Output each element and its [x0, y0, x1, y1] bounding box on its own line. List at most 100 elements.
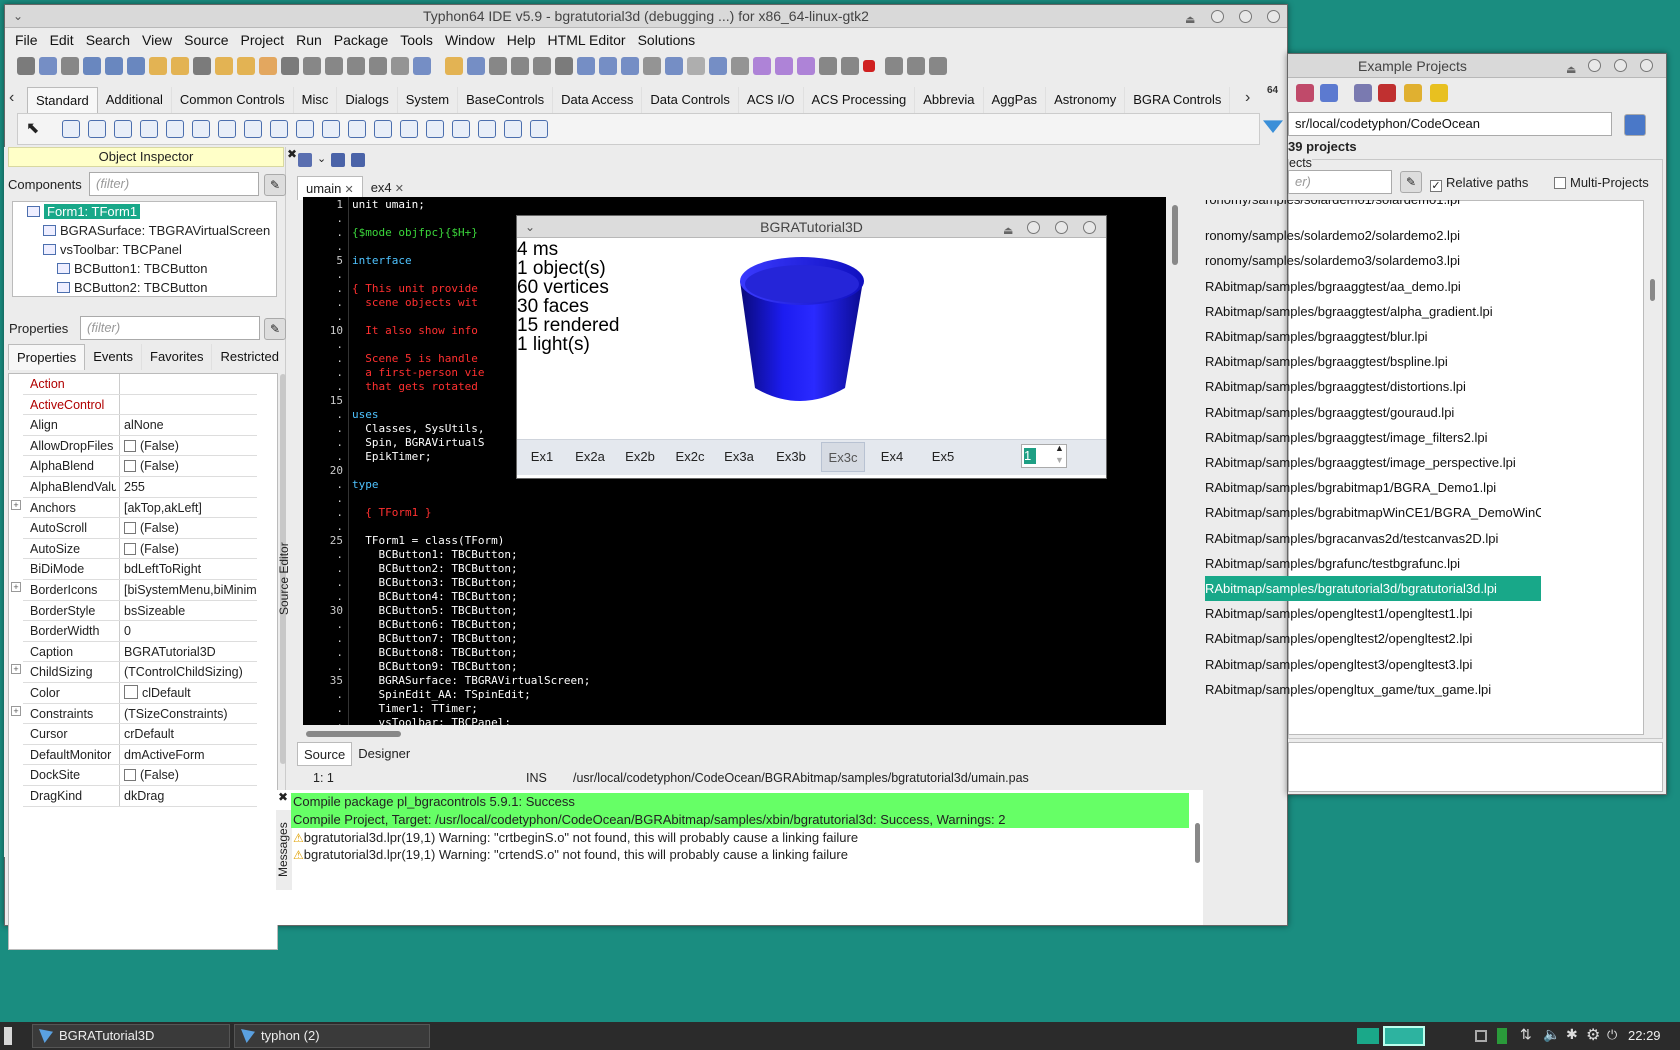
project-item[interactable]: RAbitmap/samples/bgraaggtest/aa_demo.lpi: [1205, 274, 1541, 299]
property-checkbox[interactable]: [124, 769, 136, 782]
property-row[interactable]: Align alNone: [23, 415, 257, 436]
view-toggle-icon[interactable]: [347, 57, 365, 75]
project-item[interactable]: RAbitmap/samples/opengltest3/opengltest3…: [1205, 652, 1541, 677]
palette-scroll-right-icon[interactable]: ›: [1245, 89, 1250, 107]
menu-source[interactable]: Source: [178, 29, 234, 52]
scrollbar-icon[interactable]: [348, 120, 366, 138]
tree-node[interactable]: BGRASurface: TBGRAVirtualScreen: [43, 221, 270, 241]
tutorial-minimize-button[interactable]: [1027, 221, 1040, 234]
network-icon[interactable]: ⇅: [1520, 1026, 1532, 1043]
tree-node[interactable]: BCButton1: TBCButton: [57, 259, 207, 279]
message-item[interactable]: Compile Project, Target: /usr/local/code…: [291, 810, 1189, 829]
property-row[interactable]: AllowDropFiles (False): [23, 435, 257, 457]
palette-tab-data-access[interactable]: Data Access: [553, 87, 643, 113]
message-item[interactable]: Compile package pl_bgracontrols 5.9.1: S…: [291, 793, 1189, 811]
property-value[interactable]: (False): [119, 435, 257, 456]
property-value[interactable]: alNone: [119, 415, 257, 435]
palette-tab-abbrevia[interactable]: Abbrevia: [915, 87, 984, 113]
example-button-ex2a[interactable]: Ex2a: [568, 442, 612, 472]
run-params-icon[interactable]: [775, 57, 793, 75]
property-checkbox[interactable]: [124, 542, 136, 555]
step-out-icon[interactable]: [929, 57, 947, 75]
project-item[interactable]: RAbitmap/samples/bgracanvas2d/testcanvas…: [1205, 526, 1541, 551]
menu-view[interactable]: View: [136, 29, 178, 52]
projects-maximize-button[interactable]: [1614, 59, 1627, 72]
inspector-tab-properties[interactable]: Properties: [8, 344, 86, 370]
edit-icon[interactable]: [687, 57, 705, 75]
palette-tab-data-controls[interactable]: Data Controls: [642, 87, 739, 113]
project-item[interactable]: RAbitmap/samples/bgrabitmap1/BGRA_Demo1.…: [1205, 475, 1541, 500]
properties-filter[interactable]: (filter): [80, 316, 260, 340]
example-button-ex3a[interactable]: Ex3a: [717, 442, 761, 472]
main-menu-icon[interactable]: [62, 120, 80, 138]
projects-titlebar[interactable]: Example Projects ⏏: [1288, 54, 1666, 78]
config-icon[interactable]: [709, 57, 727, 75]
tools-icon[interactable]: [555, 57, 573, 75]
property-value[interactable]: [119, 374, 257, 394]
property-row[interactable]: AutoSize (False): [23, 538, 257, 560]
project-item[interactable]: RAbitmap/samples/opengltest1/opengltest1…: [1205, 601, 1541, 626]
expand-icon[interactable]: +: [11, 499, 21, 510]
property-row[interactable]: AlphaBlendValue 255: [23, 477, 257, 498]
folder-icon[interactable]: [1404, 84, 1422, 102]
menu-package[interactable]: Package: [328, 29, 394, 52]
remove-icon[interactable]: [1378, 84, 1396, 102]
battery-icon[interactable]: [1497, 1028, 1507, 1044]
watch-icon[interactable]: [621, 57, 639, 75]
radio-button-icon[interactable]: [270, 120, 288, 138]
project-item[interactable]: RAbitmap/samples/bgraaggtest/alpha_gradi…: [1205, 299, 1541, 324]
close-tab-icon[interactable]: ✕: [341, 184, 353, 196]
project-item[interactable]: RAbitmap/samples/opengltux_game/tux_game…: [1205, 677, 1541, 702]
save-icon[interactable]: [193, 57, 211, 75]
menu-file[interactable]: File: [9, 29, 44, 52]
open-icon[interactable]: [149, 57, 167, 75]
workspace-2[interactable]: [1383, 1026, 1425, 1046]
toggle-box-icon[interactable]: [218, 120, 236, 138]
taskbar-item-tutorial[interactable]: BGRATutorial3D: [32, 1024, 230, 1048]
play-icon[interactable]: [797, 57, 815, 75]
projects-filter-clear-icon[interactable]: ✎: [1400, 171, 1422, 193]
code-vscroll[interactable]: [1172, 205, 1178, 265]
project-item[interactable]: RAbitmap/samples/bgrabitmapWinCE1/BGRA_D…: [1205, 500, 1541, 525]
clipboard-icon[interactable]: [1475, 1030, 1487, 1042]
view-forms-icon[interactable]: [325, 57, 343, 75]
new-file-icon[interactable]: [17, 57, 35, 75]
example-button-ex2c[interactable]: Ex2c: [668, 442, 712, 472]
relative-paths-checkbox[interactable]: ✓ Relative paths: [1430, 175, 1528, 192]
button-icon[interactable]: [114, 120, 132, 138]
close-file-icon[interactable]: [237, 57, 255, 75]
step-icon[interactable]: [819, 57, 837, 75]
message-item[interactable]: ⚠bgratutorial3d.lpr(19,1) Warning: "crtb…: [291, 829, 1189, 847]
browse-folder-icon[interactable]: [1624, 114, 1646, 136]
compile-icon[interactable]: [511, 57, 529, 75]
property-row[interactable]: AlphaBlend (False): [23, 456, 257, 477]
inspector-tab-restricted[interactable]: Restricted: [212, 344, 288, 370]
toggle-form-icon[interactable]: [281, 57, 299, 75]
memo-icon[interactable]: [192, 120, 210, 138]
step-into-icon[interactable]: [885, 57, 903, 75]
radiogroup-icon[interactable]: [400, 120, 418, 138]
inspector-tab-favorites[interactable]: Favorites: [142, 344, 213, 370]
property-row[interactable]: Caption BGRATutorial3D: [23, 641, 257, 663]
menu-project[interactable]: Project: [235, 29, 291, 52]
property-checkbox[interactable]: [124, 439, 136, 452]
view-units-icon[interactable]: [303, 57, 321, 75]
projects-shade-icon[interactable]: ⏏: [1566, 58, 1576, 82]
property-row[interactable]: Constraints (TSizeConstraints): [23, 703, 257, 725]
projects-filter[interactable]: er): [1288, 170, 1392, 194]
palette-tab-system[interactable]: System: [398, 87, 459, 113]
grid-icon[interactable]: [530, 120, 548, 138]
editor-close-icon[interactable]: ✖: [287, 147, 297, 161]
debug-icon[interactable]: [577, 57, 595, 75]
start-menu-icon[interactable]: [4, 1027, 12, 1045]
menu-help[interactable]: Help: [501, 29, 542, 52]
combobox-icon[interactable]: [322, 120, 340, 138]
messages-close-icon[interactable]: ✖: [278, 790, 288, 804]
build-icon[interactable]: [489, 57, 507, 75]
ide-titlebar[interactable]: ⌄ Typhon64 IDE v5.9 - bgratutorial3d (de…: [5, 5, 1287, 28]
property-value[interactable]: BGRATutorial3D: [119, 641, 257, 662]
property-row[interactable]: DefaultMonitor dmActiveForm: [23, 744, 257, 766]
palette-tab-misc[interactable]: Misc: [294, 87, 338, 113]
new-unit-icon[interactable]: [39, 57, 57, 75]
close-tab-icon[interactable]: ✕: [392, 183, 404, 195]
